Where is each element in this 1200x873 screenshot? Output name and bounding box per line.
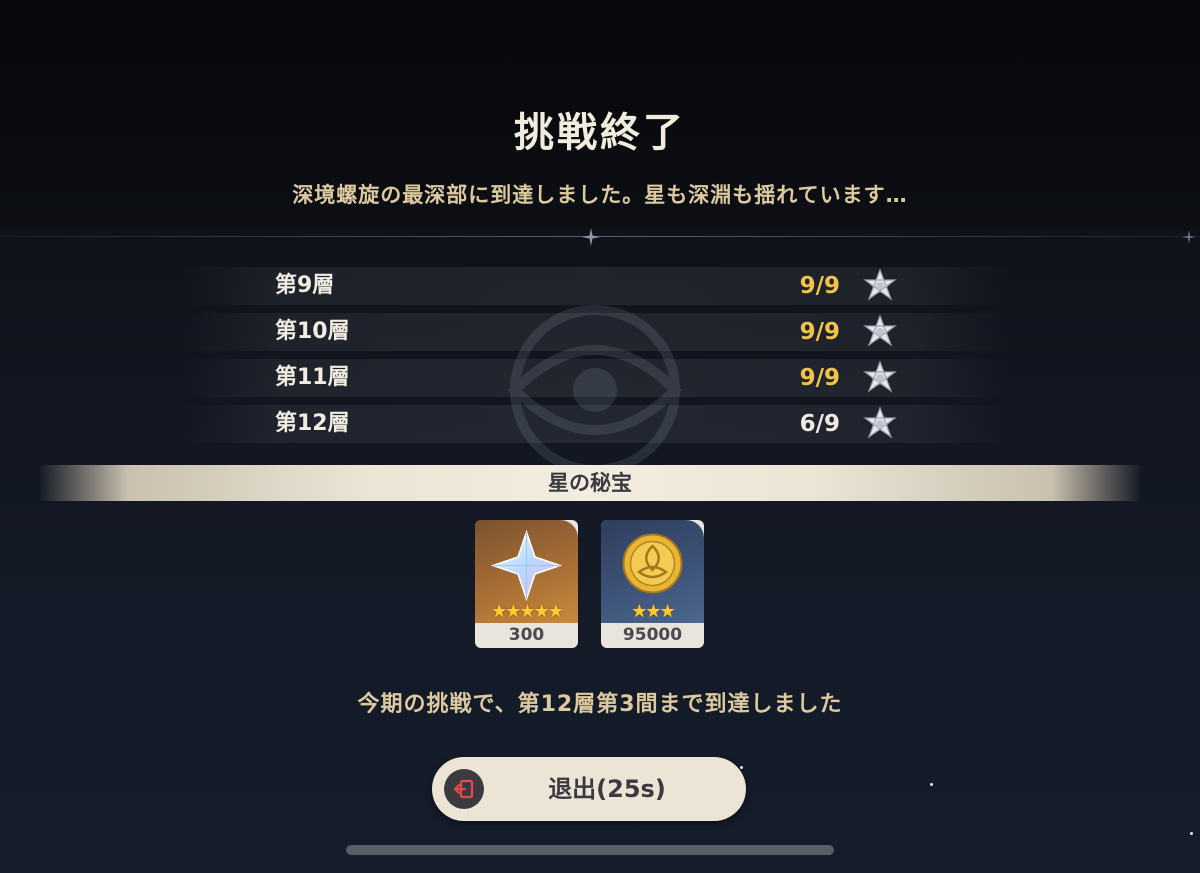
divider-star-icon <box>1182 230 1196 244</box>
divider-star-icon <box>582 228 600 246</box>
sparkle-decoration <box>740 766 743 769</box>
mora-coin-icon <box>622 533 683 594</box>
floor-label: 第11層 <box>275 365 350 390</box>
abyss-star-icon <box>863 314 897 347</box>
page-subtitle: 深境螺旋の最深部に到達しました。星も深淵も揺れています… <box>292 183 908 207</box>
section-divider <box>0 236 1200 237</box>
abyss-star-icon <box>863 360 897 393</box>
reward-item-mora[interactable]: ★★★ 95000 <box>601 520 704 648</box>
treasure-label: 星の秘宝 <box>548 471 632 495</box>
abyss-result-screen: 挑戦終了 深境螺旋の最深部に到達しました。星も深淵も揺れています… 第9層 9/… <box>0 0 1200 873</box>
rarity-stars: ★★★ <box>631 601 675 622</box>
abyss-star-icon <box>863 406 897 439</box>
home-indicator[interactable] <box>346 845 834 855</box>
floor-label: 第9層 <box>275 273 335 298</box>
reward-count: 95000 <box>622 625 683 645</box>
floor-row: 第12層 6/9 <box>180 405 1010 443</box>
floor-label: 第12層 <box>275 411 350 436</box>
sparkle-decoration <box>930 783 933 786</box>
floor-score: 9/9 <box>799 365 840 391</box>
exit-button-label: 退出(25s) <box>548 775 666 803</box>
exit-icon-badge <box>444 769 484 809</box>
floor-row: 第11層 9/9 <box>180 359 1010 397</box>
floor-row: 第9層 9/9 <box>180 267 1010 305</box>
floor-score: 9/9 <box>799 319 840 345</box>
rarity-stars: ★★★★★ <box>491 601 564 622</box>
reward-art: ★★★★★ <box>475 520 578 623</box>
floor-row: 第10層 9/9 <box>180 313 1010 351</box>
sparkle-decoration <box>1190 832 1193 835</box>
reward-art: ★★★ <box>601 520 704 623</box>
floor-label: 第10層 <box>275 319 350 344</box>
page-title: 挑戦終了 <box>514 110 686 156</box>
primogem-icon <box>491 530 562 601</box>
floor-score: 6/9 <box>799 411 840 437</box>
abyss-star-icon <box>863 268 897 301</box>
progress-message: 今期の挑戦で、第12層第3間まで到達しました <box>357 692 843 717</box>
reward-item-primogem[interactable]: ★★★★★ 300 <box>475 520 578 648</box>
exit-door-icon <box>454 779 474 799</box>
floor-score: 9/9 <box>799 273 840 299</box>
exit-button[interactable]: 退出(25s) <box>432 757 746 821</box>
treasure-header: 星の秘宝 <box>40 465 1140 501</box>
reward-count: 300 <box>508 625 545 645</box>
